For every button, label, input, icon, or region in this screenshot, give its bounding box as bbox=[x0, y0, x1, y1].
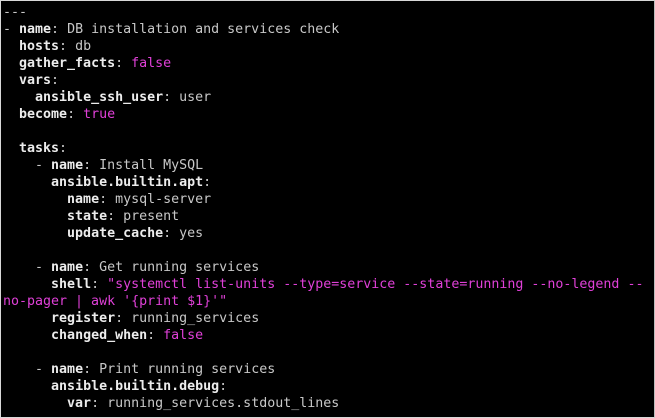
line-task2-changed-when: changed_when: false bbox=[51, 328, 204, 343]
task1-name-value: Install MySQL bbox=[99, 158, 204, 173]
task2-shell-key: shell bbox=[51, 277, 92, 292]
line-gather-facts: gather_facts: false bbox=[19, 56, 172, 71]
doc-start-marker: --- bbox=[3, 5, 28, 20]
task2-register-key: register bbox=[51, 311, 116, 326]
line-hosts: hosts: db bbox=[19, 39, 92, 54]
line-play-name: - name: DB installation and services che… bbox=[3, 22, 340, 37]
task2-shell-value-part2: no-pager | awk '{print $1}'" bbox=[3, 294, 228, 309]
task2-changed-when-value: false bbox=[163, 328, 204, 343]
task1-pkg-name-value: mysql-server bbox=[115, 192, 212, 207]
line-task2-name: - name: Get running services bbox=[3, 260, 260, 275]
line-vars: vars: bbox=[19, 73, 60, 88]
task3-var-value: running_services.stdout_lines bbox=[107, 396, 340, 411]
line-task2-register: register: running_services bbox=[51, 311, 260, 326]
line-tasks: tasks: bbox=[19, 141, 68, 156]
line-task3-module: ansible.builtin.debug: bbox=[51, 379, 228, 394]
task3-name-value: Print running services bbox=[99, 362, 276, 377]
play-name-key: name bbox=[19, 22, 52, 37]
line-task1-name: - name: Install MySQL bbox=[3, 158, 204, 173]
task1-state-value: present bbox=[123, 209, 180, 224]
line-task3-name: - name: Print running services bbox=[3, 362, 276, 377]
ansible-ssh-user-value: user bbox=[179, 90, 212, 105]
task3-module-key: ansible.builtin.debug bbox=[51, 379, 220, 394]
task2-name-value: Get running services bbox=[99, 260, 260, 275]
line-task2-shell: shell: "systemctl list-units --type=serv… bbox=[51, 277, 644, 292]
become-key: become bbox=[19, 107, 68, 122]
line-become: become: true bbox=[19, 107, 116, 122]
line-task3-var: var: running_services.stdout_lines bbox=[67, 396, 340, 411]
gather-facts-value: false bbox=[131, 56, 172, 71]
task1-pkg-name-key: name bbox=[67, 192, 100, 207]
hosts-key: hosts bbox=[19, 39, 60, 54]
hosts-value: db bbox=[75, 39, 92, 54]
terminal-editor[interactable]: --- - name: DB installation and services… bbox=[0, 0, 655, 418]
task1-update-cache-key: update_cache bbox=[67, 226, 164, 241]
task3-name-key: name bbox=[51, 362, 84, 377]
task2-shell-value-part1: "systemctl list-units --type=service --s… bbox=[107, 277, 644, 292]
task2-changed-when-key: changed_when bbox=[51, 328, 148, 343]
task1-name-key: name bbox=[51, 158, 84, 173]
line-task1-update-cache: update_cache: yes bbox=[67, 226, 204, 241]
line-task1-state: state: present bbox=[67, 209, 180, 224]
task2-name-key: name bbox=[51, 260, 84, 275]
play-name-value: DB installation and services check bbox=[67, 22, 340, 37]
line-doc-start: --- bbox=[3, 4, 27, 21]
vars-key: vars bbox=[19, 73, 52, 88]
become-value: true bbox=[83, 107, 116, 122]
line-task2-shell-wrap: no-pager | awk '{print $1}'" bbox=[3, 293, 227, 310]
tasks-key: tasks bbox=[19, 141, 60, 156]
ansible-ssh-user-key: ansible_ssh_user bbox=[35, 90, 164, 105]
gather-facts-key: gather_facts bbox=[19, 56, 116, 71]
task2-register-value: running_services bbox=[131, 311, 260, 326]
task3-var-key: var bbox=[67, 396, 92, 411]
line-task1-pkg-name: name: mysql-server bbox=[67, 192, 212, 207]
task1-update-cache-value: yes bbox=[179, 226, 204, 241]
task1-module-key: ansible.builtin.apt bbox=[51, 175, 204, 190]
line-ansible-ssh-user: ansible_ssh_user: user bbox=[35, 90, 212, 105]
task1-state-key: state bbox=[67, 209, 108, 224]
line-task1-module: ansible.builtin.apt: bbox=[51, 175, 212, 190]
